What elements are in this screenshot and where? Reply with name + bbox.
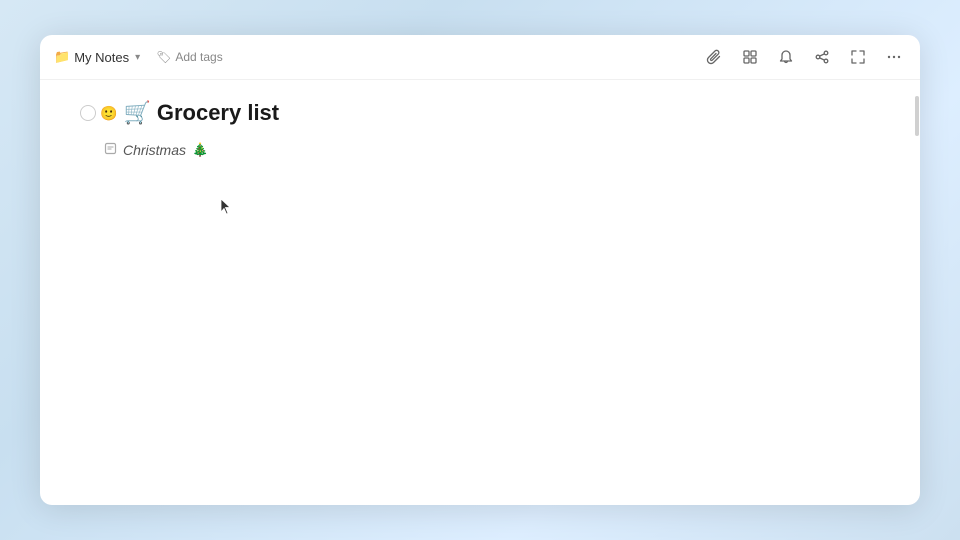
breadcrumb-label: My Notes [74,50,129,65]
sub-item-christmas[interactable]: Christmas 🎄 [104,142,880,158]
smiley-icon[interactable]: 🙂 [100,105,117,122]
note-window: 📁 My Notes ▾ 🏷 Add tags [40,35,920,505]
scrollbar-thumb[interactable] [915,96,919,136]
mouse-cursor [220,198,232,216]
add-tags-button[interactable]: 🏷 Add tags [148,47,231,67]
circle-button[interactable] [80,105,96,121]
grid-icon[interactable] [738,45,762,69]
note-title-text: Grocery list [157,100,279,126]
tag-icon: 🏷 [156,50,171,64]
toolbar-right [702,45,906,69]
folder-icon: 📁 [54,49,70,65]
sub-item-label: Christmas [123,142,186,158]
bell-icon[interactable] [774,45,798,69]
cart-emoji: 🛒 [123,100,150,126]
note-title: 🛒 Grocery list [123,100,279,126]
note-content: 🙂 🛒 Grocery list Christmas 🎄 [40,80,920,505]
breadcrumb[interactable]: 📁 My Notes ▾ [54,49,140,65]
attachment-icon[interactable] [702,45,726,69]
title-controls: 🙂 [80,105,117,122]
scrollbar-track[interactable] [914,80,920,505]
note-title-row: 🙂 🛒 Grocery list [80,100,880,126]
christmas-tree-emoji: 🎄 [192,142,208,158]
add-tags-label: Add tags [175,50,222,64]
more-options-icon[interactable] [882,45,906,69]
expand-icon[interactable] [846,45,870,69]
toolbar-left: 📁 My Notes ▾ 🏷 Add tags [54,47,231,67]
chevron-down-icon: ▾ [135,52,140,63]
document-icon [104,142,117,158]
toolbar: 📁 My Notes ▾ 🏷 Add tags [40,35,920,80]
share-icon[interactable] [810,45,834,69]
